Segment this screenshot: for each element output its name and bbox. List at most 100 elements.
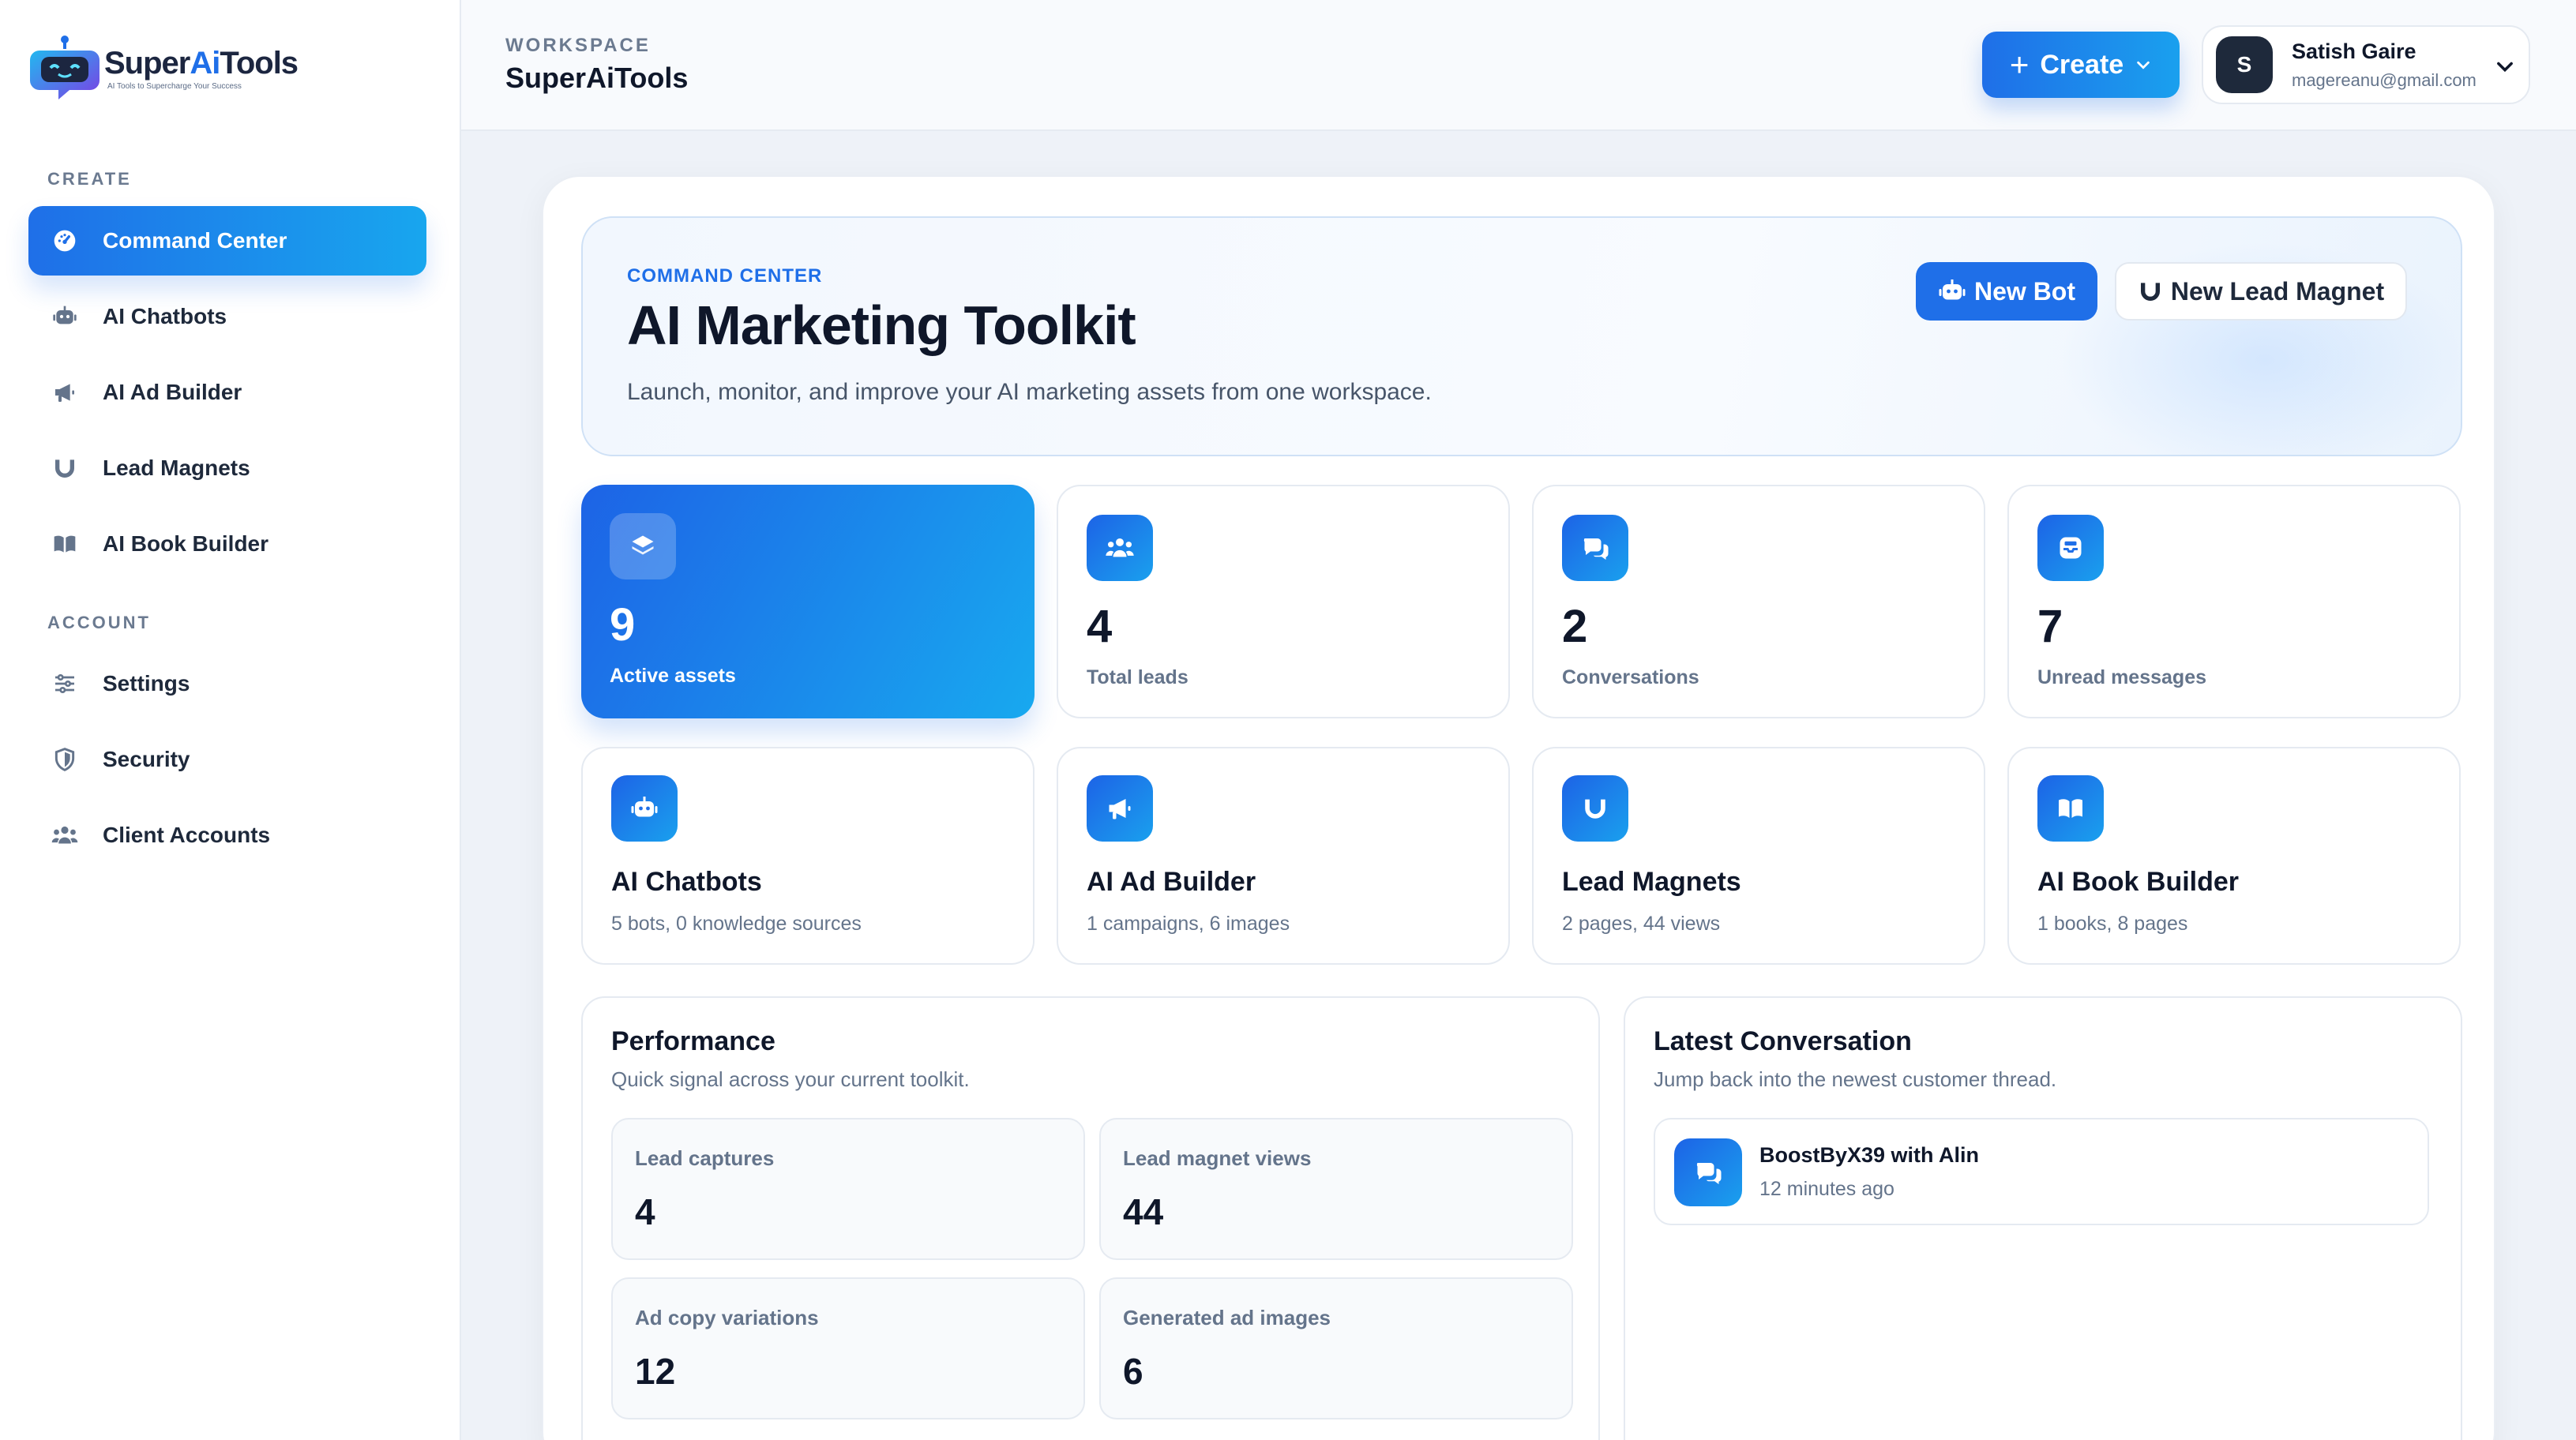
metric-value: 12 — [635, 1351, 676, 1392]
metric-label: Lead magnet views — [1123, 1146, 1312, 1170]
user-name: Satish Gaire — [2292, 39, 2416, 63]
users-icon — [1087, 515, 1153, 581]
metric-generated-ad-images: Generated ad images 6 — [1099, 1277, 1573, 1419]
stat-value: 4 — [1087, 601, 1113, 652]
stat-label: Conversations — [1562, 666, 1699, 688]
brand-logo[interactable]: SuperAiTools AI Tools to Supercharge You… — [28, 35, 299, 101]
book-icon — [51, 530, 79, 558]
sidebar-item-label: AI Book Builder — [103, 531, 269, 556]
hero-banner: COMMAND CENTER AI Marketing Toolkit Laun… — [581, 216, 2462, 456]
main-panel: COMMAND CENTER AI Marketing Toolkit Laun… — [542, 175, 2495, 1440]
megaphone-icon — [1087, 775, 1153, 842]
tool-card-ai-chatbots[interactable]: AI Chatbots 5 bots, 0 knowledge sources — [581, 747, 1035, 965]
sidebar-section-create: CREATE — [47, 169, 132, 189]
latest-conversation-panel: Latest Conversation Jump back into the n… — [1624, 996, 2462, 1440]
chat-icon — [1674, 1138, 1742, 1206]
brand-tagline: AI Tools to Supercharge Your Success — [107, 81, 242, 91]
sidebar-item-ai-chatbots[interactable]: AI Chatbots — [28, 282, 426, 351]
metric-lead-magnet-views: Lead magnet views 44 — [1099, 1118, 1573, 1260]
new-lead-magnet-button[interactable]: New Lead Magnet — [2115, 262, 2407, 321]
metric-value: 4 — [635, 1191, 655, 1232]
stat-card-unread-messages[interactable]: 7 Unread messages — [2007, 485, 2461, 718]
metric-label: Lead captures — [635, 1146, 775, 1170]
conversation-time: 12 minutes ago — [1759, 1178, 1894, 1200]
megaphone-icon — [51, 378, 79, 407]
latest-conversation-subtitle: Jump back into the newest customer threa… — [1654, 1067, 2057, 1091]
stat-card-active-assets[interactable]: 9 Active assets — [581, 485, 1035, 718]
metric-label: Generated ad images — [1123, 1306, 1331, 1329]
sidebar-item-label: Security — [103, 747, 190, 771]
new-bot-label: New Bot — [1974, 276, 2075, 306]
book-icon — [2037, 775, 2104, 842]
create-dropdown-button[interactable]: + Create — [1982, 32, 2180, 98]
new-bot-button[interactable]: New Bot — [1916, 262, 2097, 321]
latest-conversation-title: Latest Conversation — [1654, 1026, 1912, 1056]
performance-panel: Performance Quick signal across your cur… — [581, 996, 1600, 1440]
metric-lead-captures: Lead captures 4 — [611, 1118, 1085, 1260]
chat-icon — [1562, 515, 1628, 581]
sidebar-item-label: AI Ad Builder — [103, 380, 242, 404]
tool-card-ai-book-builder[interactable]: AI Book Builder 1 books, 8 pages — [2007, 747, 2461, 965]
sidebar-item-label: Client Accounts — [103, 823, 271, 847]
magnet-icon — [51, 454, 79, 482]
metric-value: 6 — [1123, 1351, 1143, 1392]
layers-icon — [610, 513, 676, 579]
sidebar-item-label: Command Center — [103, 228, 287, 253]
stat-card-conversations[interactable]: 2 Conversations — [1532, 485, 1985, 718]
tool-card-lead-magnets[interactable]: Lead Magnets 2 pages, 44 views — [1532, 747, 1985, 965]
tool-subtitle: 2 pages, 44 views — [1562, 913, 1721, 935]
sidebar-item-ai-ad-builder[interactable]: AI Ad Builder — [28, 358, 426, 427]
magnet-icon — [1562, 775, 1628, 842]
stat-label: Active assets — [610, 665, 736, 687]
page-subtitle: Launch, monitor, and improve your AI mar… — [627, 379, 1432, 405]
plus-icon: + — [2009, 46, 2030, 83]
sidebar-item-lead-magnets[interactable]: Lead Magnets — [28, 433, 426, 503]
inbox-icon — [2037, 515, 2104, 581]
metric-value: 44 — [1123, 1191, 1164, 1232]
page-title: AI Marketing Toolkit — [627, 294, 1136, 356]
tool-title: AI Ad Builder — [1087, 867, 1256, 897]
conversation-item[interactable]: BoostByX39 with Alin 12 minutes ago — [1654, 1118, 2429, 1225]
robot-icon — [51, 302, 79, 331]
stat-value: 7 — [2037, 601, 2063, 652]
users-icon — [51, 821, 79, 849]
sidebar-item-security[interactable]: Security — [28, 725, 426, 794]
sidebar-item-ai-book-builder[interactable]: AI Book Builder — [28, 509, 426, 579]
sidebar-item-label: Lead Magnets — [103, 456, 250, 480]
tool-subtitle: 1 books, 8 pages — [2037, 913, 2188, 935]
stat-value: 9 — [610, 599, 636, 651]
workspace-label: WORKSPACE — [505, 35, 651, 56]
robot-icon — [1938, 277, 1966, 306]
sidebar-item-client-accounts[interactable]: Client Accounts — [28, 801, 426, 870]
stat-value: 2 — [1562, 601, 1588, 652]
conversation-name: BoostByX39 with Alin — [1759, 1143, 1980, 1167]
app-root: SuperAiTools AI Tools to Supercharge You… — [0, 0, 2576, 1440]
sliders-icon — [51, 669, 79, 698]
workspace-name: SuperAiTools — [505, 62, 689, 94]
chevron-down-icon[interactable] — [2494, 55, 2516, 77]
sidebar-section-account: ACCOUNT — [47, 613, 151, 632]
sidebar-item-settings[interactable]: Settings — [28, 649, 426, 718]
magnet-icon — [2138, 279, 2163, 304]
chevron-down-icon — [2137, 61, 2150, 69]
performance-title: Performance — [611, 1026, 775, 1056]
sidebar-item-command-center[interactable]: Command Center — [28, 206, 426, 276]
user-menu[interactable]: S Satish Gaire magereanu@gmail.com — [2202, 25, 2530, 104]
sidebar: SuperAiTools AI Tools to Supercharge You… — [0, 0, 461, 1440]
brand-name: SuperAiTools — [104, 45, 299, 81]
metric-label: Ad copy variations — [635, 1306, 819, 1329]
tool-title: AI Chatbots — [611, 867, 762, 897]
avatar: S — [2216, 36, 2273, 93]
tool-subtitle: 5 bots, 0 knowledge sources — [611, 913, 862, 935]
hero-eyebrow: COMMAND CENTER — [627, 265, 823, 287]
robot-icon — [611, 775, 678, 842]
tool-card-ai-ad-builder[interactable]: AI Ad Builder 1 campaigns, 6 images — [1057, 747, 1510, 965]
robot-logo-icon — [28, 35, 101, 101]
gauge-icon — [51, 227, 79, 255]
stat-card-total-leads[interactable]: 4 Total leads — [1057, 485, 1510, 718]
sidebar-item-label: AI Chatbots — [103, 304, 227, 328]
topbar: WORKSPACE SuperAiTools + Create S Satish… — [461, 0, 2576, 131]
stat-label: Unread messages — [2037, 666, 2207, 688]
metric-ad-copy-variations: Ad copy variations 12 — [611, 1277, 1085, 1419]
create-button-label: Create — [2040, 49, 2124, 80]
